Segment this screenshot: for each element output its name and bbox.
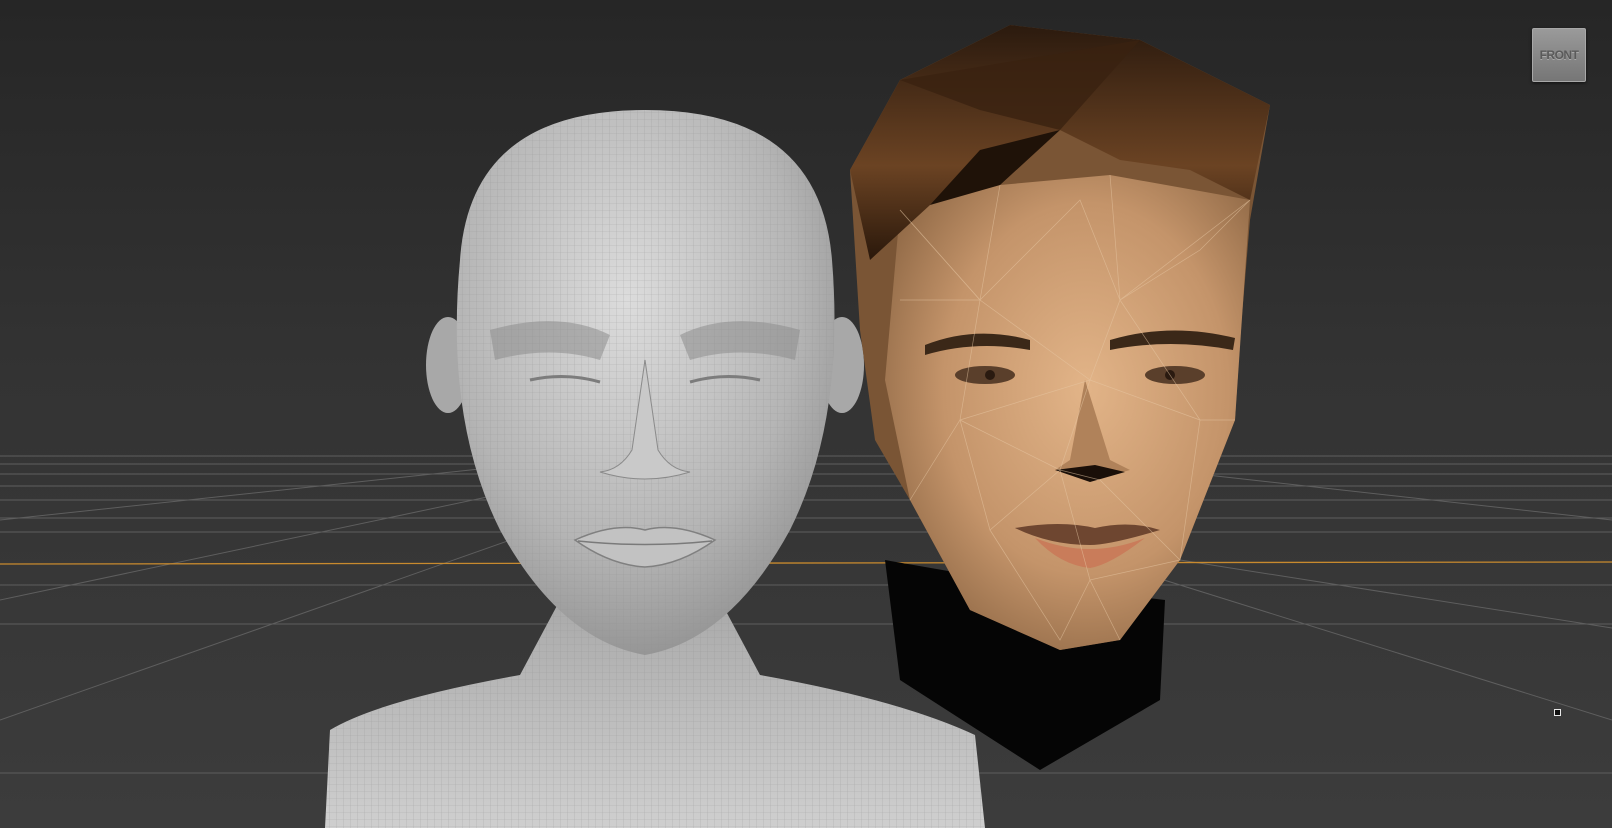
textured-lowpoly-head xyxy=(850,25,1270,770)
x-axis-line xyxy=(0,561,1612,565)
view-cube-front[interactable]: FRONT xyxy=(1532,28,1586,82)
pivot-marker-icon[interactable] xyxy=(1554,709,1561,716)
view-label: FRONT xyxy=(1539,48,1579,62)
scene-render xyxy=(0,25,1612,828)
3d-viewport[interactable]: FRONT xyxy=(0,0,1612,828)
